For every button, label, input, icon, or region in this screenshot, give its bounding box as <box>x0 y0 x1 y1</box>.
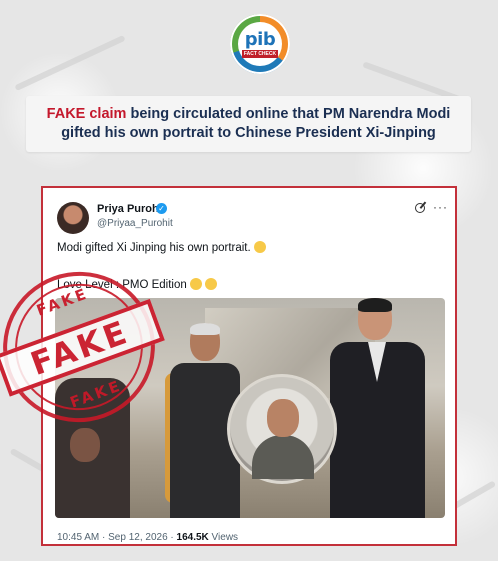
logo-subtext: FACT CHECK <box>241 49 279 58</box>
logo-text: pib <box>244 28 276 50</box>
headline-line1: being circulated online that PM Narendra… <box>126 106 451 122</box>
author-handle[interactable]: @Priyaa_Purohit <box>97 218 173 229</box>
portrait-plate <box>227 374 337 484</box>
more-options-icon[interactable]: ··· <box>433 200 448 214</box>
views-label: Views <box>208 532 239 543</box>
headline-line2: gifted his own portrait to Chinese Presi… <box>61 125 436 141</box>
tweet-text-line1: Modi gifted Xi Jinping his own portrait. <box>57 241 266 254</box>
laughing-emoji-icon <box>204 278 217 290</box>
grok-icon[interactable] <box>415 203 425 213</box>
tweet-text: Modi gifted Xi Jinping his own portrait. <box>57 242 251 254</box>
pib-fact-check-logo: pib FACT CHECK <box>230 14 290 74</box>
crying-emoji-icon <box>253 241 266 253</box>
views-count: 164.5K <box>176 532 209 543</box>
headline-card: FAKE claim being circulated online that … <box>26 96 471 152</box>
tweet-timestamp[interactable]: 10:45 AM · Sep 12, 2026 · <box>57 532 177 543</box>
avatar[interactable] <box>57 202 89 234</box>
tweet-meta: 10:45 AM · Sep 12, 2026 · 164.5K Views <box>57 532 238 543</box>
fake-claim-label: FAKE claim <box>46 106 127 122</box>
person-right <box>330 298 425 518</box>
verified-badge-icon: ✓ <box>156 203 167 214</box>
smiling-emoji-icon <box>189 278 202 290</box>
